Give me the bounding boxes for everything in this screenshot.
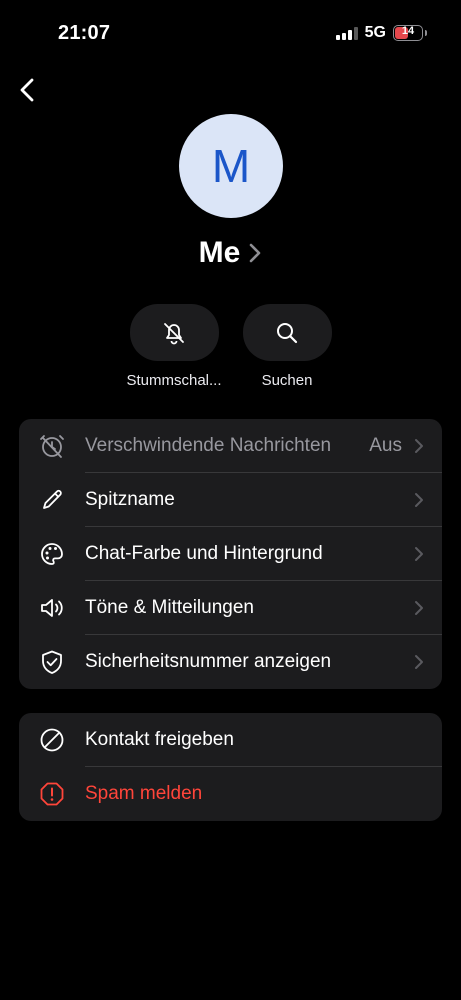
nickname-row[interactable]: Spitzname [19, 473, 442, 527]
palette-icon [38, 540, 66, 568]
chevron-right-icon [415, 601, 423, 615]
chevron-right-icon [415, 439, 423, 453]
avatar-initial: M [211, 140, 251, 192]
timer-off-icon [38, 432, 66, 460]
block-contact-label: Kontakt freigeben [85, 729, 234, 750]
alert-octagon-icon [38, 780, 66, 808]
battery-icon: 14 [393, 25, 427, 41]
status-time: 21:07 [58, 22, 111, 44]
sounds-notifications-row[interactable]: Töne & Mitteilungen [19, 581, 442, 635]
mute-label: Stummschal... [126, 372, 222, 389]
chevron-right-icon [415, 547, 423, 561]
bell-slash-icon [164, 322, 184, 344]
search-label: Suchen [261, 372, 313, 389]
status-indicators: 5G 14 [335, 24, 427, 42]
back-button[interactable] [8, 70, 48, 110]
speaker-icon [38, 594, 66, 622]
safety-number-label: Sicherheitsnummer anzeigen [85, 651, 332, 672]
profile-name: Me [198, 236, 241, 269]
status-bar: 21:07 5G 14 [0, 0, 461, 70]
search-action: Suchen [232, 304, 342, 389]
chat-color-label: Chat-Farbe und Hintergrund [85, 543, 323, 564]
mute-button[interactable] [129, 304, 219, 361]
actions-group: Kontakt freigeben Spam melden [19, 713, 442, 821]
chevron-right-icon [250, 243, 261, 263]
report-spam-row[interactable]: Spam melden [19, 767, 442, 821]
safety-number-row[interactable]: Sicherheitsnummer anzeigen [19, 635, 442, 689]
network-type: 5G [364, 24, 386, 41]
chevron-right-icon [415, 655, 423, 669]
shield-check-icon [38, 648, 66, 676]
sounds-notifications-label: Töne & Mitteilungen [85, 597, 254, 618]
avatar[interactable]: M [179, 114, 283, 218]
chevron-left-icon [20, 78, 34, 102]
block-contact-row[interactable]: Kontakt freigeben [19, 713, 442, 767]
disappearing-messages-value: Aus [369, 435, 402, 456]
search-button[interactable] [242, 304, 332, 361]
battery-level: 14 [401, 25, 415, 37]
pencil-icon [38, 486, 66, 514]
disappearing-messages-row[interactable]: Verschwindende Nachrichten Aus [19, 419, 442, 473]
report-spam-label: Spam melden [85, 783, 203, 804]
mute-action: Stummschal... [119, 304, 229, 389]
settings-group: Verschwindende Nachrichten Aus Spitzname… [19, 419, 442, 689]
disappearing-messages-label: Verschwindende Nachrichten [85, 435, 332, 456]
block-icon [38, 726, 66, 754]
chat-color-row[interactable]: Chat-Farbe und Hintergrund [19, 527, 442, 581]
profile-name-button[interactable]: Me [0, 236, 461, 270]
cellular-signal-icon [335, 26, 358, 40]
chevron-right-icon [415, 493, 423, 507]
search-icon [277, 322, 298, 343]
nickname-label: Spitzname [85, 489, 175, 510]
